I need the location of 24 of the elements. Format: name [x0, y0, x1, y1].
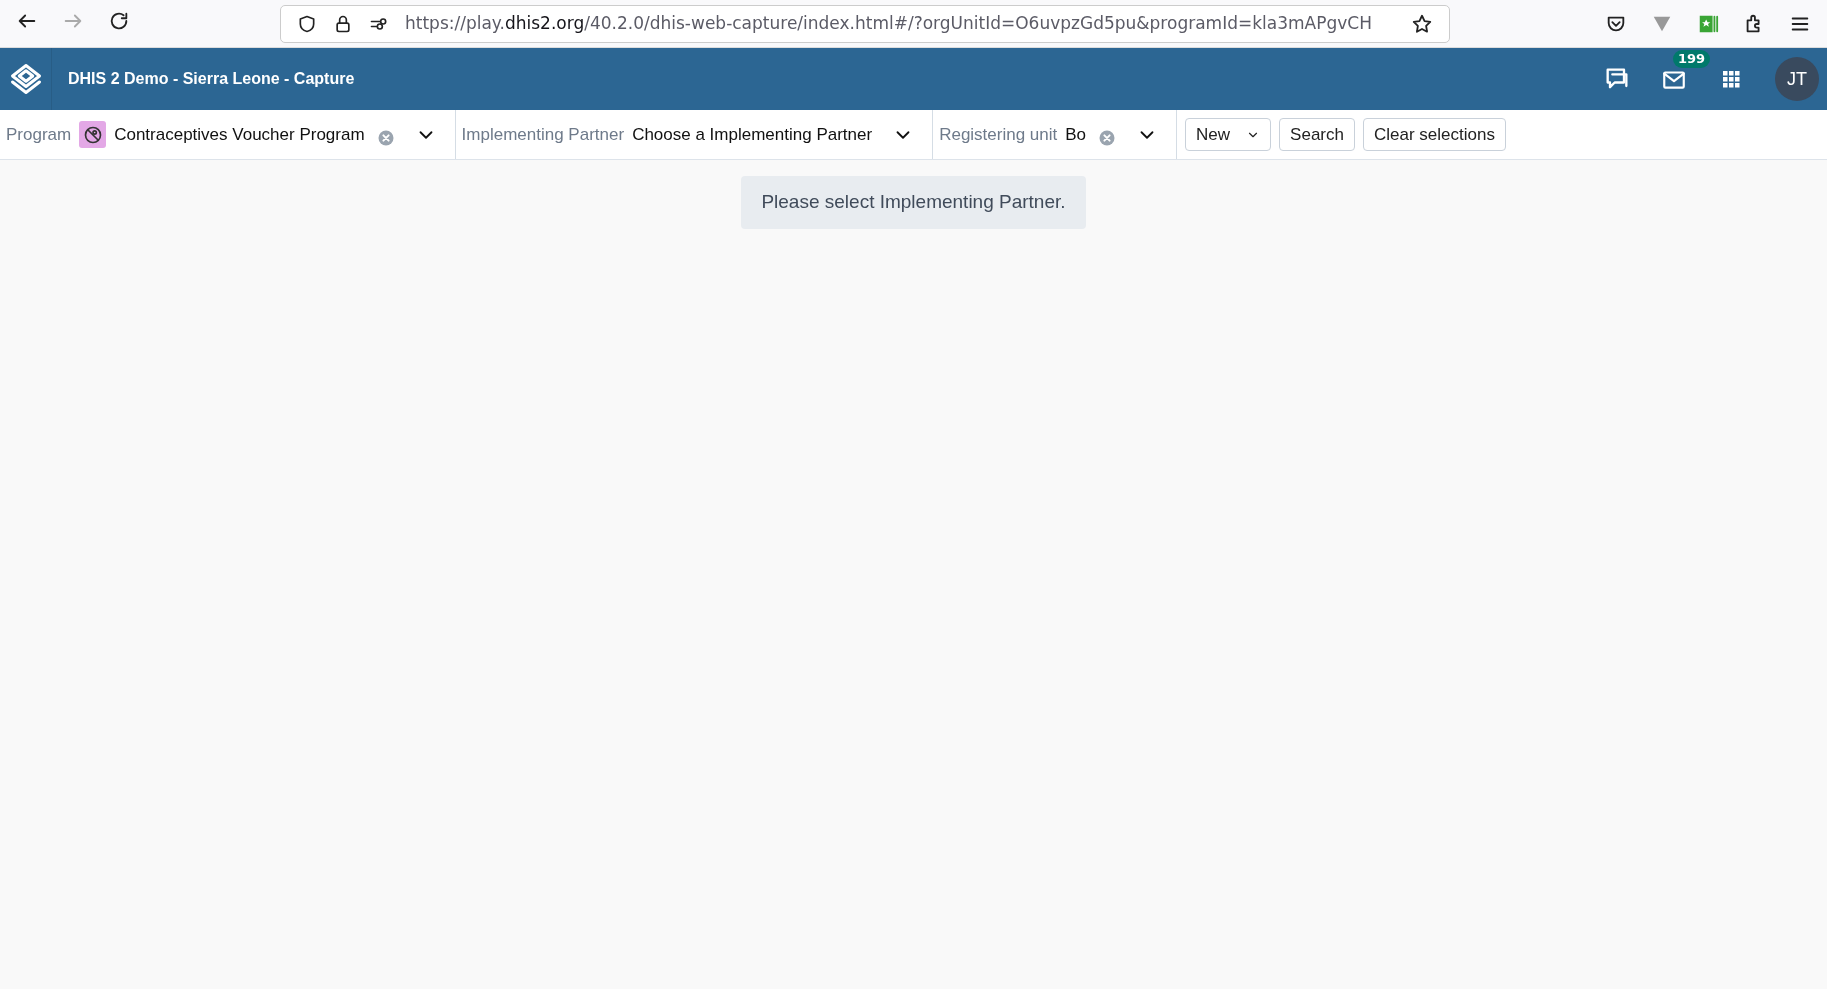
filter-label: Registering unit [939, 123, 1058, 146]
filter-selector[interactable]: Registering unit Bo [933, 110, 1178, 159]
action-button[interactable]: Search [1279, 117, 1355, 152]
clear-icon [1098, 129, 1117, 148]
lock-icon [333, 13, 353, 34]
filter-value[interactable]: Contraceptives Voucher Program [114, 121, 365, 148]
info-message: Please select Implementing Partner. [741, 176, 1086, 229]
message-count-badge: 199 [1673, 50, 1711, 68]
filter-label: Implementing Partner [461, 123, 625, 146]
program-icon [79, 121, 107, 148]
action-button[interactable]: Clear selections [1362, 117, 1506, 152]
filter-selector[interactable]: Implementing Partner Choose a Implementing Partner [455, 110, 934, 159]
filter-selector[interactable]: Program Contraceptives Voucher Program [0, 110, 456, 159]
reload-icon[interactable] [108, 10, 130, 32]
app-title: DHIS 2 Demo - Sierra Leone - Capture [68, 69, 355, 89]
filter-value[interactable]: Bo [1065, 121, 1087, 148]
filter-value[interactable]: Choose a Implementing Partner [632, 121, 873, 148]
user-avatar[interactable]: JT [1775, 57, 1819, 101]
clear-icon [376, 129, 395, 148]
address-bar[interactable]: https://play.dhis2.org/40.2.0/dhis-web-capture/index.html#/?orgUnitId=O6uvpzGd5pu&programId=kla3mAPgvCH [280, 4, 1450, 43]
new-dropdown-button[interactable]: New [1185, 117, 1272, 152]
shield-icon [297, 13, 317, 34]
star-icon[interactable] [1411, 12, 1433, 35]
filter-label: Program [6, 123, 72, 146]
